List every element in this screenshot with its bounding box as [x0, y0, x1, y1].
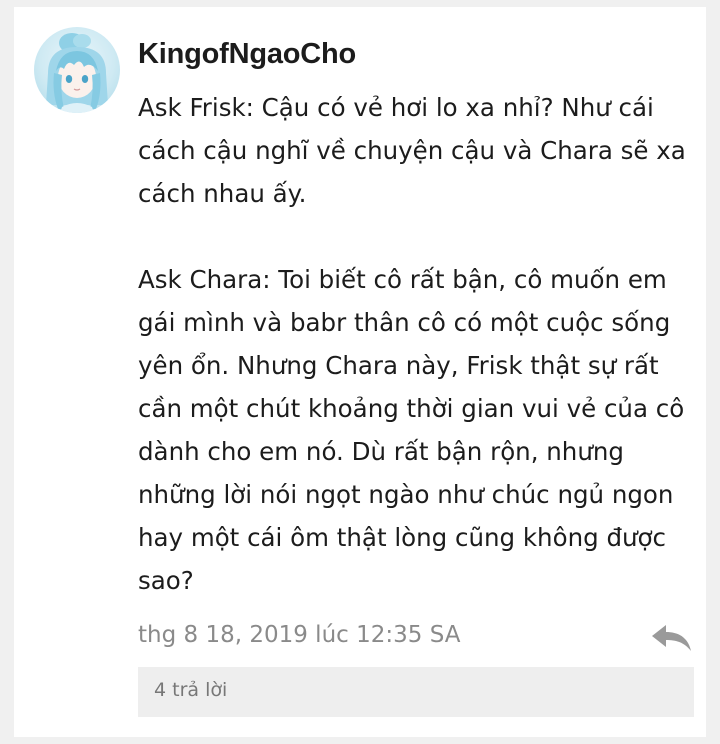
avatar[interactable]	[34, 27, 120, 113]
replies-button[interactable]: 4 trả lời	[138, 667, 694, 717]
comment-meta: thg 8 18, 2019 lúc 12:35 SA	[138, 618, 694, 658]
username[interactable]: KingofNgaoCho	[138, 38, 356, 71]
replies-count-label: 4 trả lời	[154, 679, 228, 701]
comment-card: KingofNgaoCho Ask Frisk: Cậu có vẻ hơi l…	[14, 7, 706, 737]
avatar-image	[46, 33, 108, 113]
comment-body: Ask Frisk: Cậu có vẻ hơi lo xa nhỉ? Như …	[138, 86, 698, 602]
timestamp: thg 8 18, 2019 lúc 12:35 SA	[138, 622, 461, 648]
comment-paragraph: Ask Frisk: Cậu có vẻ hơi lo xa nhỉ? Như …	[138, 93, 686, 208]
reply-arrow-icon[interactable]	[648, 620, 694, 656]
comment-paragraph: Ask Chara: Toi biết cô rất bận, cô muốn …	[138, 265, 685, 595]
